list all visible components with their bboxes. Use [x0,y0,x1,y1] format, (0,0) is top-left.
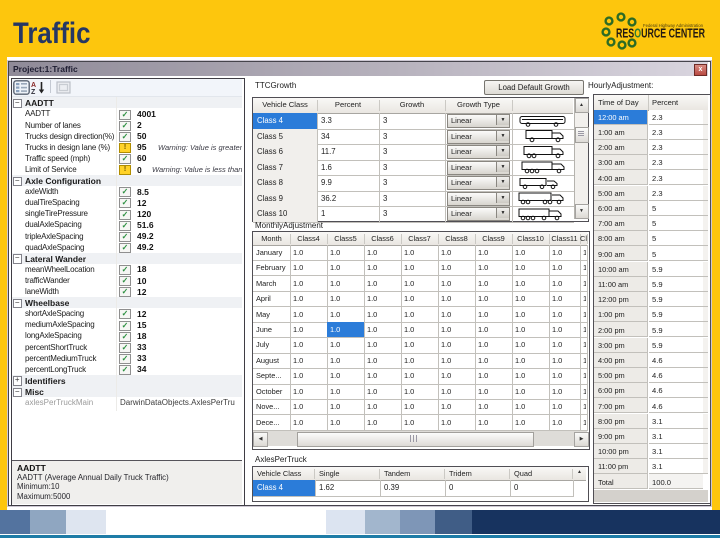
svg-text:RESOURCE CENTER: RESOURCE CENTER [616,27,705,41]
svg-text:A: A [31,82,36,89]
svg-text:Z: Z [31,89,36,95]
